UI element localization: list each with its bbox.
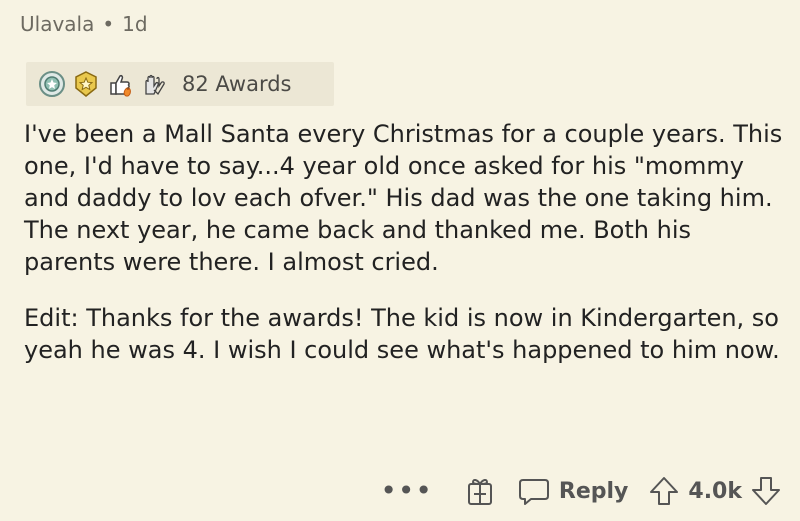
awards-bar[interactable]: 82 Awards [26,62,334,106]
award-medal-icon [38,70,66,98]
awards-count: 82 Awards [182,72,292,96]
give-award-button[interactable] [463,474,497,508]
speech-bubble-icon [517,474,551,508]
vote-controls: 4.0k [648,475,782,507]
comment-body: I've been a Mall Santa every Christmas f… [24,118,784,366]
upvote-button[interactable] [648,475,680,507]
thumbs-up-fire-icon [106,70,134,98]
comment-header: Ulavala • 1d [20,12,148,36]
comment-paragraph-2: Edit: Thanks for the awards! The kid is … [24,304,780,364]
hands-up-icon [140,70,168,98]
arrow-up-icon [648,475,680,507]
downvote-button[interactable] [750,475,782,507]
comment-actions: ••• Reply 4.0k [380,469,782,513]
reply-label: Reply [558,478,629,504]
separator-dot: • [102,12,115,36]
more-options-button[interactable]: ••• [380,477,433,505]
comment-card: Ulavala • 1d 82 Awards I've been a Mall … [0,0,800,521]
gift-icon [463,474,497,508]
username[interactable]: Ulavala [20,12,94,36]
arrow-down-icon [750,475,782,507]
vote-score: 4.0k [688,478,742,504]
reply-button[interactable]: Reply [517,474,629,508]
award-star-badge-icon [72,70,100,98]
comment-paragraph-1: I've been a Mall Santa every Christmas f… [24,120,783,276]
timestamp: 1d [122,12,148,36]
